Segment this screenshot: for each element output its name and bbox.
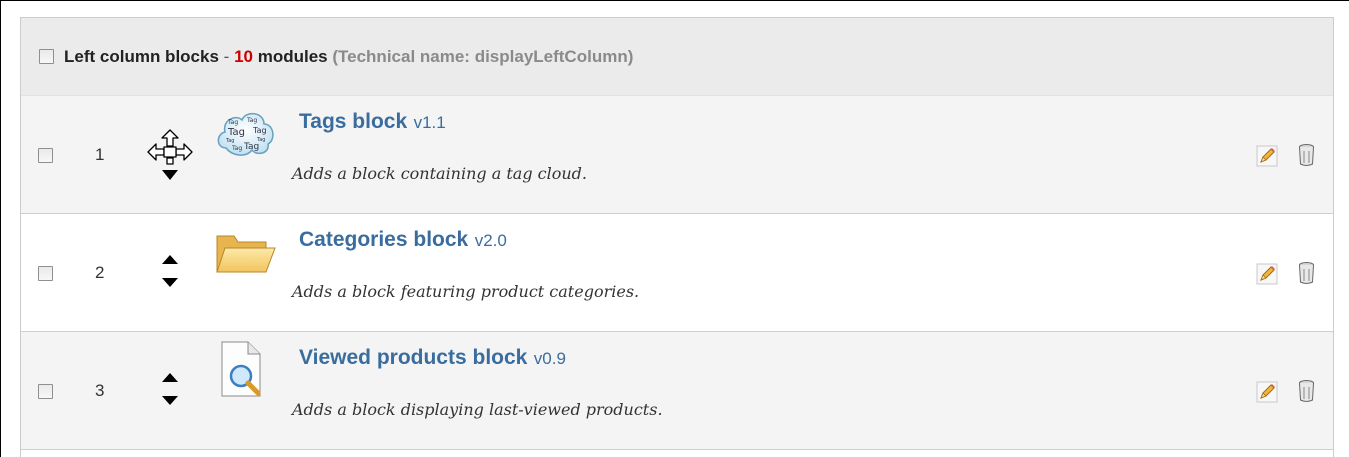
technical-name: (Technical name: displayLeftColumn) [332, 46, 634, 66]
module-description: Adds a block containing a tag cloud. [292, 164, 587, 183]
module-description: Adds a block displaying last-viewed prod… [292, 400, 663, 419]
svg-text:Tag: Tag [227, 119, 238, 126]
pencil-icon[interactable] [1256, 263, 1278, 285]
svg-text:Tag: Tag [246, 117, 257, 124]
svg-text:Tag: Tag [231, 145, 242, 152]
tag-cloud-icon: Tag Tag Tag Tag Tag Tag Tag Tag [214, 104, 278, 164]
module-name-link[interactable]: Viewed products block [299, 346, 527, 369]
module-position: 3 [95, 381, 105, 400]
window-left-border [0, 0, 1, 457]
module-checkbox[interactable] [38, 266, 53, 281]
module-row: 1 Tag Tag Tag Tag Tag Tag Tag Tag Tags b… [21, 96, 1333, 214]
move-up-down-icon[interactable] [145, 244, 195, 304]
module-position: 1 [95, 145, 105, 164]
svg-text:Tag: Tag [225, 138, 234, 144]
module-title: Tags block v1.1 [299, 110, 446, 134]
drag-move-icon[interactable] [145, 126, 195, 186]
module-description: Adds a block featuring product categorie… [292, 282, 640, 301]
pencil-icon[interactable] [1256, 145, 1278, 167]
hook-header-text: Left column blocks - 10 modules (Technic… [64, 47, 633, 67]
module-row: 3 Viewed products block v0.9 Adds a bloc… [21, 332, 1333, 450]
module-title: Viewed products block v0.9 [299, 346, 566, 370]
module-name-link[interactable]: Categories block [299, 228, 468, 251]
trash-icon[interactable] [1298, 379, 1315, 403]
window-top-border [0, 0, 1349, 1]
svg-text:Tag: Tag [252, 126, 267, 135]
trash-icon[interactable] [1298, 261, 1315, 285]
module-title: Categories block v2.0 [299, 228, 507, 252]
folder-icon [214, 222, 278, 282]
module-count: 10 [234, 46, 253, 66]
select-all-checkbox[interactable] [39, 49, 54, 64]
module-version: v2.0 [474, 231, 507, 250]
move-up-down-icon[interactable] [145, 362, 195, 422]
trash-icon[interactable] [1298, 143, 1315, 167]
hook-header: Left column blocks - 10 modules (Technic… [21, 18, 1333, 96]
module-version: v0.9 [533, 349, 566, 368]
document-search-icon [214, 340, 278, 400]
module-version: v1.1 [413, 113, 446, 132]
pencil-icon[interactable] [1256, 381, 1278, 403]
module-row: 2 Categories block v2.0 Adds a block fea… [21, 214, 1333, 332]
hook-separator: - [223, 46, 230, 66]
hook-panel: Left column blocks - 10 modules (Technic… [20, 17, 1334, 457]
module-checkbox[interactable] [38, 148, 53, 163]
module-count-unit: modules [257, 46, 328, 66]
svg-text:Tag: Tag [227, 127, 245, 138]
hook-title: Left column blocks [64, 46, 219, 66]
module-name-link[interactable]: Tags block [299, 110, 407, 133]
module-position: 2 [95, 263, 105, 282]
module-checkbox[interactable] [38, 384, 53, 399]
svg-text:Tag: Tag [243, 142, 259, 152]
